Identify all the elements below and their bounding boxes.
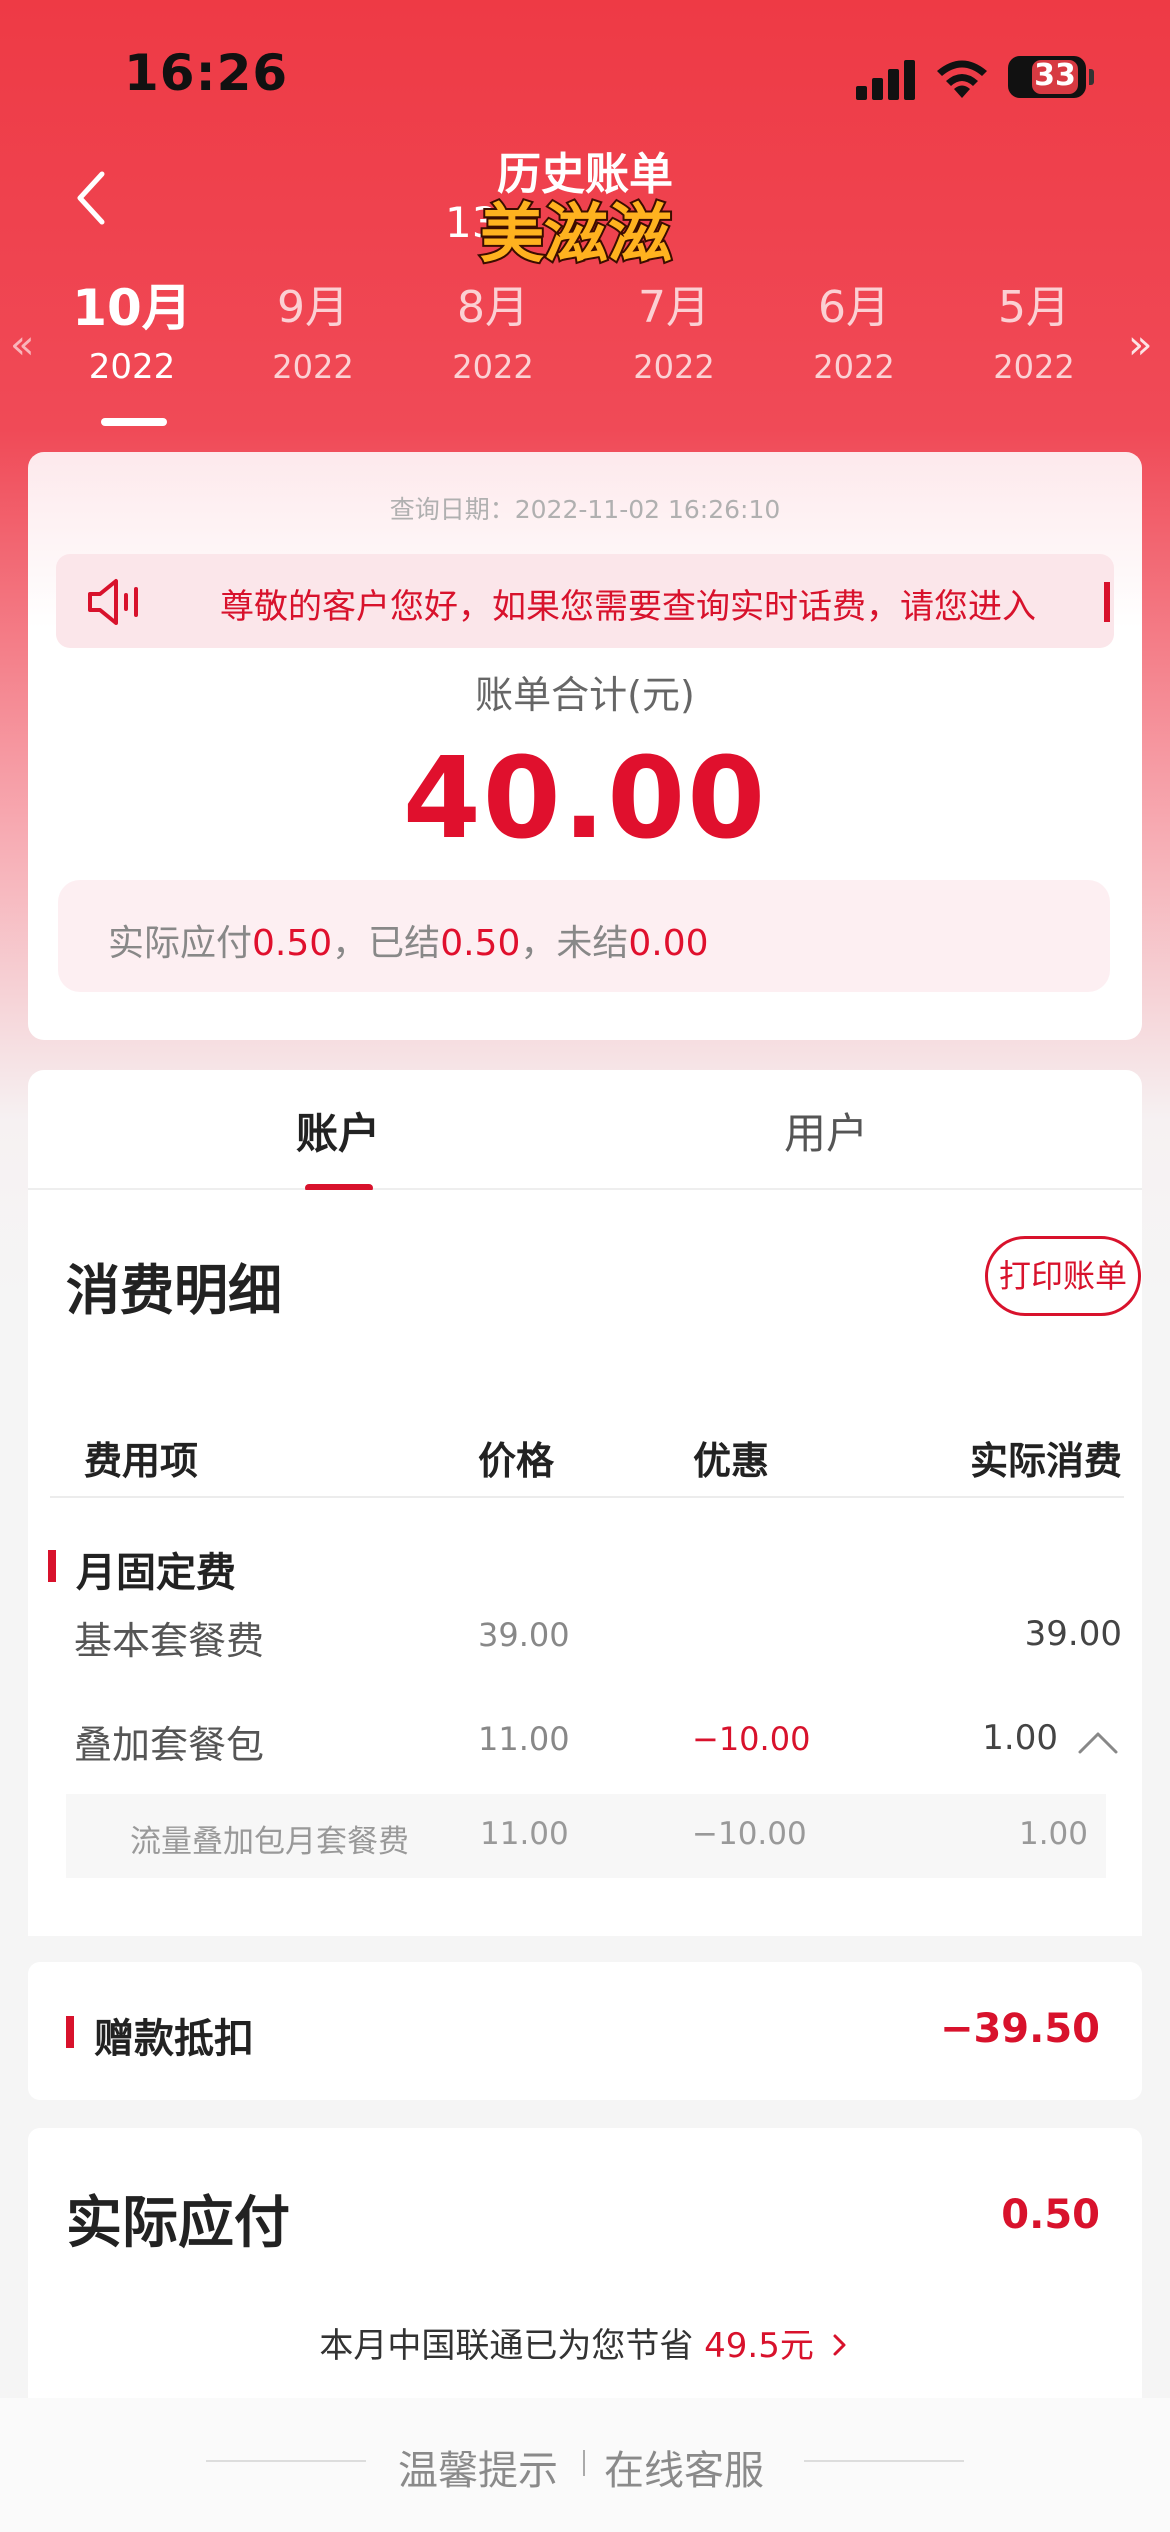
payment-summary-text: 实际应付0.50，已结0.50，未结0.00 xyxy=(108,914,709,966)
consumption-detail-card: 消费明细 打印账单 费用项 价格 优惠 实际消费 月固定费 基本套餐费 39.0… xyxy=(28,1190,1142,1936)
header-actual: 实际消费 xyxy=(969,1439,1122,1483)
month-label: 6月 xyxy=(818,282,890,333)
speaker-icon xyxy=(88,579,138,625)
month-tab-8[interactable]: 8月 2022 xyxy=(413,278,573,392)
year-label: 2022 xyxy=(993,348,1075,386)
row-name: 基本套餐费 xyxy=(74,1619,265,1663)
wifi-icon xyxy=(937,60,987,98)
gift-deduction-label: 赠款抵扣 xyxy=(94,2016,254,2062)
notice-banner[interactable]: 尊敬的客户您好，如果您需要查询实时话费，请您进入 xyxy=(56,554,1114,648)
row-price: 39.00 xyxy=(478,1616,570,1654)
bill-summary-card: 查询日期：2022-11-02 16:26:10 尊敬的客户您好，如果您需要查询… xyxy=(28,452,1142,1040)
month-tab-6[interactable]: 6月 2022 xyxy=(774,278,934,392)
status-bar: 16:26 33 xyxy=(0,0,1170,150)
unsettled-label: ，未结 xyxy=(520,923,629,964)
row-name[interactable]: 叠加套餐包 xyxy=(74,1714,264,1769)
month-tab-10[interactable]: 10月 2022 xyxy=(52,278,212,392)
divider xyxy=(583,2450,585,2476)
header-discount: 优惠 xyxy=(693,1439,770,1483)
settled-label: ，已结 xyxy=(332,923,441,964)
battery-icon: 33 xyxy=(1008,56,1086,98)
sub-row-name: 流量叠加包月套餐费 xyxy=(130,1824,409,1860)
group-title: 月固定费 xyxy=(76,1550,236,1596)
group-marker xyxy=(48,1550,56,1582)
scroll-right-icon[interactable]: » xyxy=(1128,322,1152,368)
year-label: 2022 xyxy=(813,348,895,386)
month-label: 10月 xyxy=(72,279,192,337)
saving-prefix: 本月中国联通已为您节省 xyxy=(319,2326,694,2366)
divider xyxy=(804,2460,964,2462)
bill-history-page: 16:26 33 历史账单 13 美滋滋 « 10月 2022 9月 2022 xyxy=(0,0,1170,2532)
tab-user[interactable]: 用户 xyxy=(676,1100,976,1161)
header-item: 费用项 xyxy=(84,1439,199,1483)
month-label: 9月 xyxy=(277,282,349,333)
row-actual: 1.00 xyxy=(982,1718,1058,1758)
actual-payable-label: 实际应付 xyxy=(66,2191,290,2256)
status-time: 16:26 xyxy=(124,44,289,102)
divider xyxy=(50,1496,1124,1498)
tab-account[interactable]: 账户 xyxy=(188,1100,488,1161)
month-tab-5[interactable]: 5月 2022 xyxy=(954,278,1114,392)
header-price: 价格 xyxy=(478,1439,555,1483)
actual-payable-value: 0.50 xyxy=(1001,2192,1100,2238)
year-label: 2022 xyxy=(272,348,354,386)
query-date: 查询日期：2022-11-02 16:26:10 xyxy=(389,495,781,524)
sticker-overlay: 美滋滋 xyxy=(478,196,674,274)
month-label: 5月 xyxy=(998,282,1070,333)
sticker-text: 美滋滋 xyxy=(480,198,672,272)
month-label: 7月 xyxy=(638,282,710,333)
month-tab-9[interactable]: 9月 2022 xyxy=(233,278,393,392)
online-service-link[interactable]: 在线客服 xyxy=(604,2438,764,2496)
group-marker xyxy=(66,2016,74,2048)
month-label: 8月 xyxy=(457,282,529,333)
payable-label: 实际应付 xyxy=(108,923,253,964)
battery-level: 33 xyxy=(1034,58,1076,93)
gift-deduction-card: 赠款抵扣 −39.50 xyxy=(28,1962,1142,2100)
actual-payable-card: 实际应付 0.50 本月中国联通已为您节省 49.5元 xyxy=(28,2128,1142,2398)
chevron-right-icon xyxy=(833,2334,846,2356)
saving-link[interactable]: 本月中国联通已为您节省 49.5元 xyxy=(28,2318,1142,2367)
divider xyxy=(206,2460,366,2462)
sub-row-price: 11.00 xyxy=(480,1816,569,1852)
active-month-indicator xyxy=(101,418,167,426)
tips-link[interactable]: 温馨提示 xyxy=(398,2438,558,2496)
detail-tab-bar: 账户 用户 xyxy=(28,1070,1142,1192)
notice-marquee-mark xyxy=(1104,582,1110,622)
print-bill-button[interactable]: 打印账单 xyxy=(985,1236,1141,1316)
signal-icon xyxy=(856,60,918,100)
payable-amount: 0.50 xyxy=(252,923,333,964)
sub-row-discount: −10.00 xyxy=(692,1816,807,1852)
bill-total-amount: 40.00 xyxy=(402,734,768,864)
year-label: 2022 xyxy=(452,348,534,386)
notice-text: 尊敬的客户您好，如果您需要查询实时话费，请您进入 xyxy=(220,587,1036,627)
year-label: 2022 xyxy=(633,348,715,386)
year-label: 2022 xyxy=(88,347,176,387)
payment-summary: 实际应付0.50，已结0.50，未结0.00 xyxy=(58,880,1110,992)
sub-row-actual: 1.00 xyxy=(1018,1816,1088,1852)
row-discount: −10.00 xyxy=(692,1720,811,1758)
footer: 温馨提示 在线客服 xyxy=(0,2398,1170,2532)
bill-total-label: 账单合计(元) xyxy=(475,673,695,717)
row-price: 11.00 xyxy=(478,1720,570,1758)
settled-amount: 0.50 xyxy=(440,923,521,964)
gift-deduction-value: −39.50 xyxy=(939,2006,1100,2052)
unsettled-amount: 0.00 xyxy=(628,923,709,964)
saving-value: 49.5元 xyxy=(704,2326,814,2366)
row-actual: 39.00 xyxy=(1024,1614,1122,1654)
section-title: 消费明细 xyxy=(66,1259,282,1322)
month-tab-7[interactable]: 7月 2022 xyxy=(594,278,754,392)
scroll-left-icon[interactable]: « xyxy=(10,322,34,368)
sub-row: 流量叠加包月套餐费 11.00 −10.00 1.00 xyxy=(66,1794,1106,1878)
caret-up-icon[interactable] xyxy=(1076,1728,1120,1758)
battery-cap xyxy=(1089,69,1094,85)
